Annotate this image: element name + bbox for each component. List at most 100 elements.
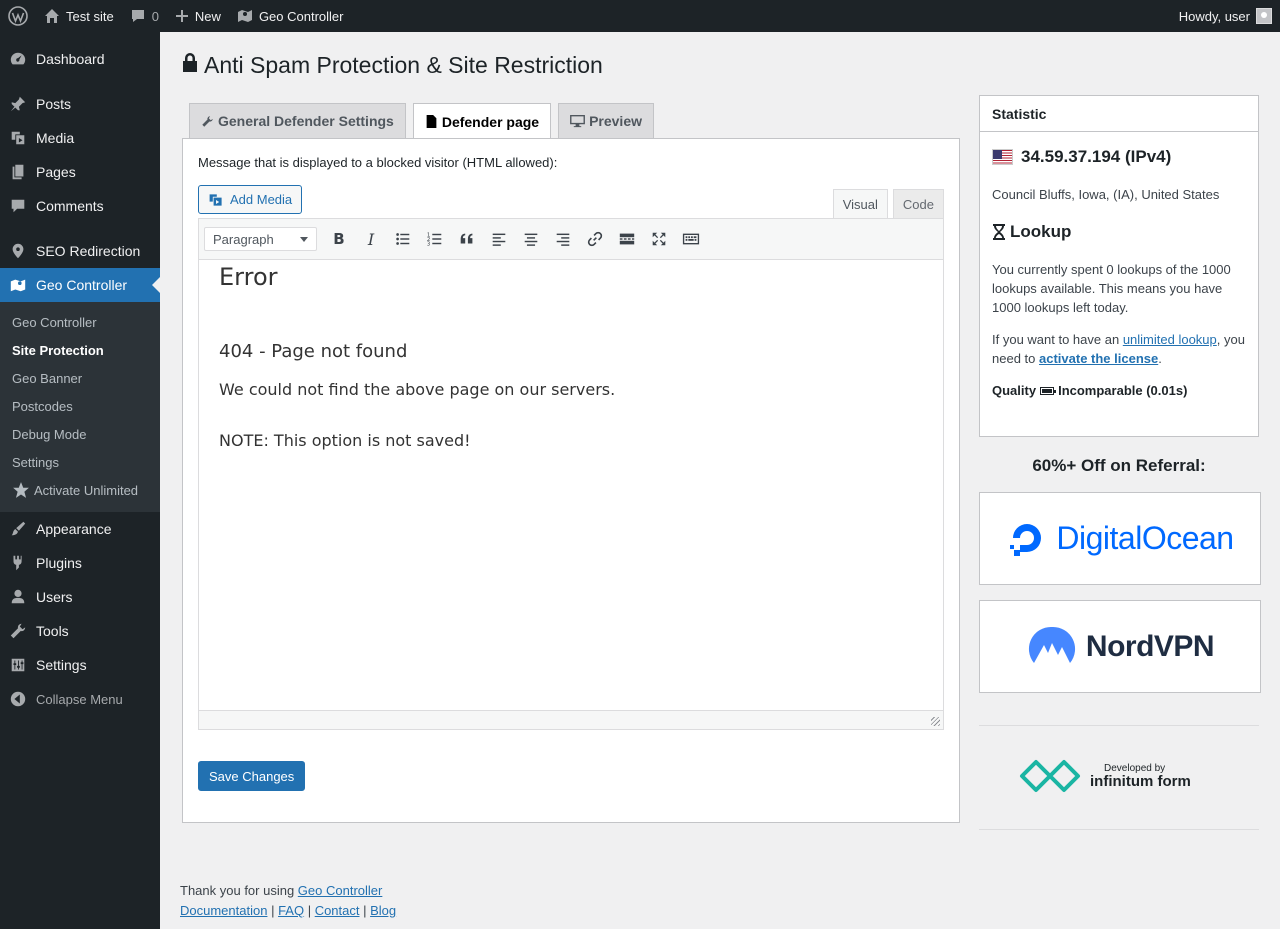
blockquote-button[interactable]	[451, 224, 483, 254]
faq-link[interactable]: FAQ	[278, 903, 304, 918]
tab-general-defender-settings[interactable]: General Defender Settings	[189, 103, 406, 138]
sidebar-item-dashboard[interactable]: Dashboard	[0, 42, 160, 76]
documentation-link[interactable]: Documentation	[180, 903, 267, 918]
sidebar-item-media[interactable]: Media	[0, 121, 160, 155]
content-heading: Error	[219, 263, 278, 291]
footer-plugin-link[interactable]: Geo Controller	[298, 883, 383, 898]
tab-preview[interactable]: Preview	[558, 103, 655, 138]
statistic-box: Statistic 34.59.37.194 (IPv4) Council Bl…	[979, 95, 1259, 437]
submenu-item-geo-controller[interactable]: Geo Controller	[0, 308, 160, 336]
read-more-icon	[619, 233, 635, 245]
align-left-button[interactable]	[483, 224, 515, 254]
sidebar-item-posts[interactable]: Posts	[0, 87, 160, 121]
unlimited-lookup-link[interactable]: unlimited lookup	[1123, 332, 1217, 347]
nordvpn-logo-icon	[1028, 626, 1075, 663]
svg-text:3: 3	[427, 241, 430, 247]
numbered-list-button[interactable]: 123	[419, 224, 451, 254]
tab-visual[interactable]: Visual	[832, 189, 888, 219]
tab-label: Defender page	[441, 113, 540, 130]
sidebar-item-label: Media	[36, 130, 75, 146]
submenu-item-label: Activate Unlimited	[34, 482, 139, 498]
align-center-button[interactable]	[515, 224, 547, 254]
sidebar-item-label: Plugins	[36, 555, 82, 571]
greeting: Howdy, user	[1178, 8, 1250, 24]
new-content-link[interactable]: New	[167, 0, 229, 32]
save-changes-button[interactable]: Save Changes	[198, 761, 306, 791]
sidebar-item-plugins[interactable]: Plugins	[0, 546, 160, 580]
submenu-item-activate-unlimited[interactable]: Activate Unlimited	[0, 476, 160, 504]
fullscreen-button[interactable]	[643, 224, 675, 254]
wordpress-logo-icon[interactable]	[0, 0, 36, 32]
sidebar-item-label: Settings	[36, 657, 87, 673]
pages-icon	[0, 163, 36, 181]
submenu-item-site-protection[interactable]: Site Protection	[0, 336, 160, 364]
my-account-link[interactable]: Howdy, user	[1171, 0, 1280, 32]
italic-button[interactable]: I	[355, 224, 387, 254]
submenu-item-settings[interactable]: Settings	[0, 448, 160, 476]
sidebar-item-seo-redirection[interactable]: SEO Redirection	[0, 234, 160, 268]
sidebar-item-label: Comments	[36, 198, 104, 214]
referral-title: 60%+ Off on Referral:	[1032, 456, 1206, 475]
desktop-icon	[570, 114, 586, 127]
location-text: Council Bluffs, Iowa, (IA), United State…	[992, 187, 1220, 202]
digitalocean-ad[interactable]: DigitalOcean	[979, 492, 1261, 585]
align-right-button[interactable]	[547, 224, 579, 254]
infinitum-form-logo[interactable]: Developed by infinitum form	[1018, 758, 1218, 794]
location-icon	[0, 242, 36, 260]
submenu-item-debug-mode[interactable]: Debug Mode	[0, 420, 160, 448]
footer: Thank you for using Geo Controller Docum…	[180, 881, 396, 921]
align-left-icon	[492, 233, 506, 246]
wrench-icon	[202, 115, 213, 127]
sidebar-item-appearance[interactable]: Appearance	[0, 512, 160, 546]
geo-controller-link[interactable]: Geo Controller	[229, 0, 352, 32]
sidebar-item-users[interactable]: Users	[0, 580, 160, 614]
add-media-button[interactable]: Add Media	[198, 185, 303, 214]
quote-icon	[460, 233, 473, 244]
geo-controller-submenu: Geo Controller Site Protection Geo Banne…	[0, 302, 160, 512]
blog-link[interactable]: Blog	[370, 903, 396, 918]
sidebar-item-label: Users	[36, 589, 73, 605]
link-button[interactable]	[579, 224, 611, 254]
lookup-heading: Lookup	[992, 222, 1246, 242]
editor-content[interactable]: Error 404 - Page not found We could not …	[199, 261, 943, 712]
wrench-icon	[0, 622, 36, 640]
submenu-item-geo-banner[interactable]: Geo Banner	[0, 364, 160, 392]
activate-license-link[interactable]: activate the license	[1039, 351, 1158, 366]
sidebar-item-tools[interactable]: Tools	[0, 614, 160, 648]
nordvpn-ad[interactable]: NordVPN	[979, 600, 1261, 693]
bold-icon: B	[333, 230, 345, 248]
sidebar-item-label: Pages	[36, 164, 76, 180]
content-subheading: 404 - Page not found	[219, 341, 408, 362]
bullet-list-button[interactable]	[387, 224, 419, 254]
site-name-link[interactable]: Test site	[36, 0, 122, 32]
quality-label: Quality	[992, 383, 1037, 398]
comment-icon	[0, 197, 36, 215]
sidebar-item-settings[interactable]: Settings	[0, 648, 160, 682]
submenu-item-label: Geo Banner	[12, 370, 83, 386]
main-content: Anti Spam Protection & Site Restriction …	[160, 32, 1280, 929]
nordvpn-logo: NordVPN	[1026, 625, 1215, 669]
sidebar-item-comments[interactable]: Comments	[0, 189, 160, 223]
chevron-down-icon	[300, 236, 308, 246]
map-icon	[237, 8, 253, 24]
submenu-item-postcodes[interactable]: Postcodes	[0, 392, 160, 420]
sidebar-item-label: Tools	[36, 623, 69, 639]
sidebar-item-geo-controller[interactable]: Geo Controller	[0, 268, 160, 302]
content-paragraph: We could not find the above page on our …	[219, 380, 616, 399]
tab-defender-page[interactable]: Defender page	[412, 103, 552, 139]
format-select[interactable]: Paragraph	[204, 227, 317, 251]
tab-code[interactable]: Code	[892, 189, 944, 219]
editor-mode-tabs: Visual Code	[832, 189, 944, 219]
sidebar-item-label: SEO Redirection	[36, 243, 141, 259]
keyboard-icon	[682, 233, 700, 245]
read-more-button[interactable]	[611, 224, 643, 254]
comments-link[interactable]: 0	[122, 0, 167, 32]
sidebar-item-pages[interactable]: Pages	[0, 155, 160, 189]
resize-handle-icon[interactable]	[931, 717, 940, 726]
toolbar-toggle-button[interactable]	[675, 224, 707, 254]
contact-link[interactable]: Contact	[315, 903, 360, 918]
format-select-value: Paragraph	[213, 231, 274, 247]
bold-button[interactable]: B	[323, 224, 355, 254]
collapse-menu-button[interactable]: Collapse Menu	[0, 682, 160, 716]
unlimited-text: If you want to have an unlimited lookup,…	[992, 330, 1246, 368]
